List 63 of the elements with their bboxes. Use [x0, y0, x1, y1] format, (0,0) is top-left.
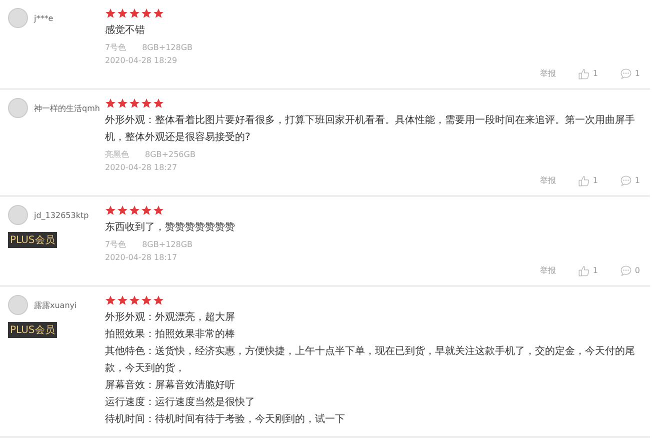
product-spec: 8GB+128GB: [142, 240, 193, 250]
star-icon: [105, 8, 116, 19]
review-text: 拍照效果：拍照效果非常的棒: [105, 328, 236, 342]
reply-count: 1: [634, 176, 640, 186]
reply-count: 0: [634, 266, 640, 276]
like-count: 1: [592, 69, 598, 79]
star-icon: [117, 8, 128, 19]
star-icon: [153, 295, 164, 306]
star-icon: [141, 295, 152, 306]
review-text: 外形外观：整体看着比图片要好看很多，打算下班回家开机看看。具体性能，需要用一段时间在来追评。第一次用曲屏手机，整体外观还是很容易接受的?: [105, 114, 636, 145]
username: j***e: [34, 14, 54, 22]
avatar: [8, 8, 28, 28]
review-text: 感觉不错: [105, 24, 146, 38]
thumbs-up-icon[interactable]: [578, 68, 590, 80]
star-icon: [129, 8, 140, 19]
comment-icon[interactable]: [620, 175, 632, 187]
membership-badge: PLUS会员: [8, 232, 57, 248]
product-spec: 8GB+256GB: [145, 150, 196, 160]
like-count: 1: [592, 266, 598, 276]
username: 露露xuanyi: [34, 300, 77, 310]
comment-icon[interactable]: [620, 68, 632, 80]
product-color: 亮黑色: [105, 150, 129, 160]
star-icon: [105, 98, 116, 109]
star-icon: [129, 205, 140, 216]
review-text: 运行速度：运行速度当然是很快了: [105, 396, 256, 410]
avatar: [8, 205, 28, 225]
star-icon: [129, 98, 140, 109]
comment-icon[interactable]: [620, 265, 632, 277]
like-count: 1: [592, 176, 598, 186]
star-icon: [153, 8, 164, 19]
review-text: 东西收到了，赞赞赞赞赞赞赞: [105, 220, 236, 235]
username: 神一样的生活qmh: [34, 102, 100, 114]
star-icon: [117, 205, 128, 216]
reply-count: 1: [634, 69, 640, 79]
star-icon: [153, 205, 164, 216]
product-color: 7号色: [105, 43, 126, 53]
avatar: [8, 98, 28, 118]
star-icon: [105, 205, 116, 216]
thumbs-up-icon[interactable]: [578, 265, 590, 277]
report-link[interactable]: 举报: [540, 176, 556, 186]
username: jd_132653ktp: [34, 210, 89, 220]
product-spec: 8GB+128GB: [142, 43, 193, 53]
review-date: 2020-04-28 18:27: [105, 163, 178, 173]
star-icon: [129, 295, 140, 306]
product-color: 7号色: [105, 240, 126, 250]
thumbs-up-icon[interactable]: [578, 175, 590, 187]
star-icon: [153, 98, 164, 109]
avatar: [8, 295, 28, 315]
star-icon: [141, 98, 152, 109]
review-text: 屏幕音效：屏幕音效清脆好听: [105, 378, 236, 393]
report-link[interactable]: 举报: [540, 69, 556, 79]
review-date: 2020-04-28 18:29: [105, 56, 178, 66]
star-icon: [141, 205, 152, 216]
membership-badge: PLUS会员: [8, 322, 57, 338]
report-link[interactable]: 举报: [540, 266, 556, 276]
star-icon: [117, 295, 128, 306]
review-text: 待机时间：待机时间有待于考验，今天刚到的，试一下: [105, 412, 346, 427]
star-icon: [141, 8, 152, 19]
review-text: 其他特色：送货快，经济实惠，方便快捷，上午十点半下单，现在已到货，早就关注这款手机了，交的定金，今天付的尾款，今天到的货，: [105, 344, 636, 376]
star-icon: [105, 295, 116, 306]
star-icon: [117, 98, 128, 109]
review-text: 外形外观：外观漂亮，超大屏: [105, 310, 236, 325]
review-date: 2020-04-28 18:17: [105, 253, 178, 263]
